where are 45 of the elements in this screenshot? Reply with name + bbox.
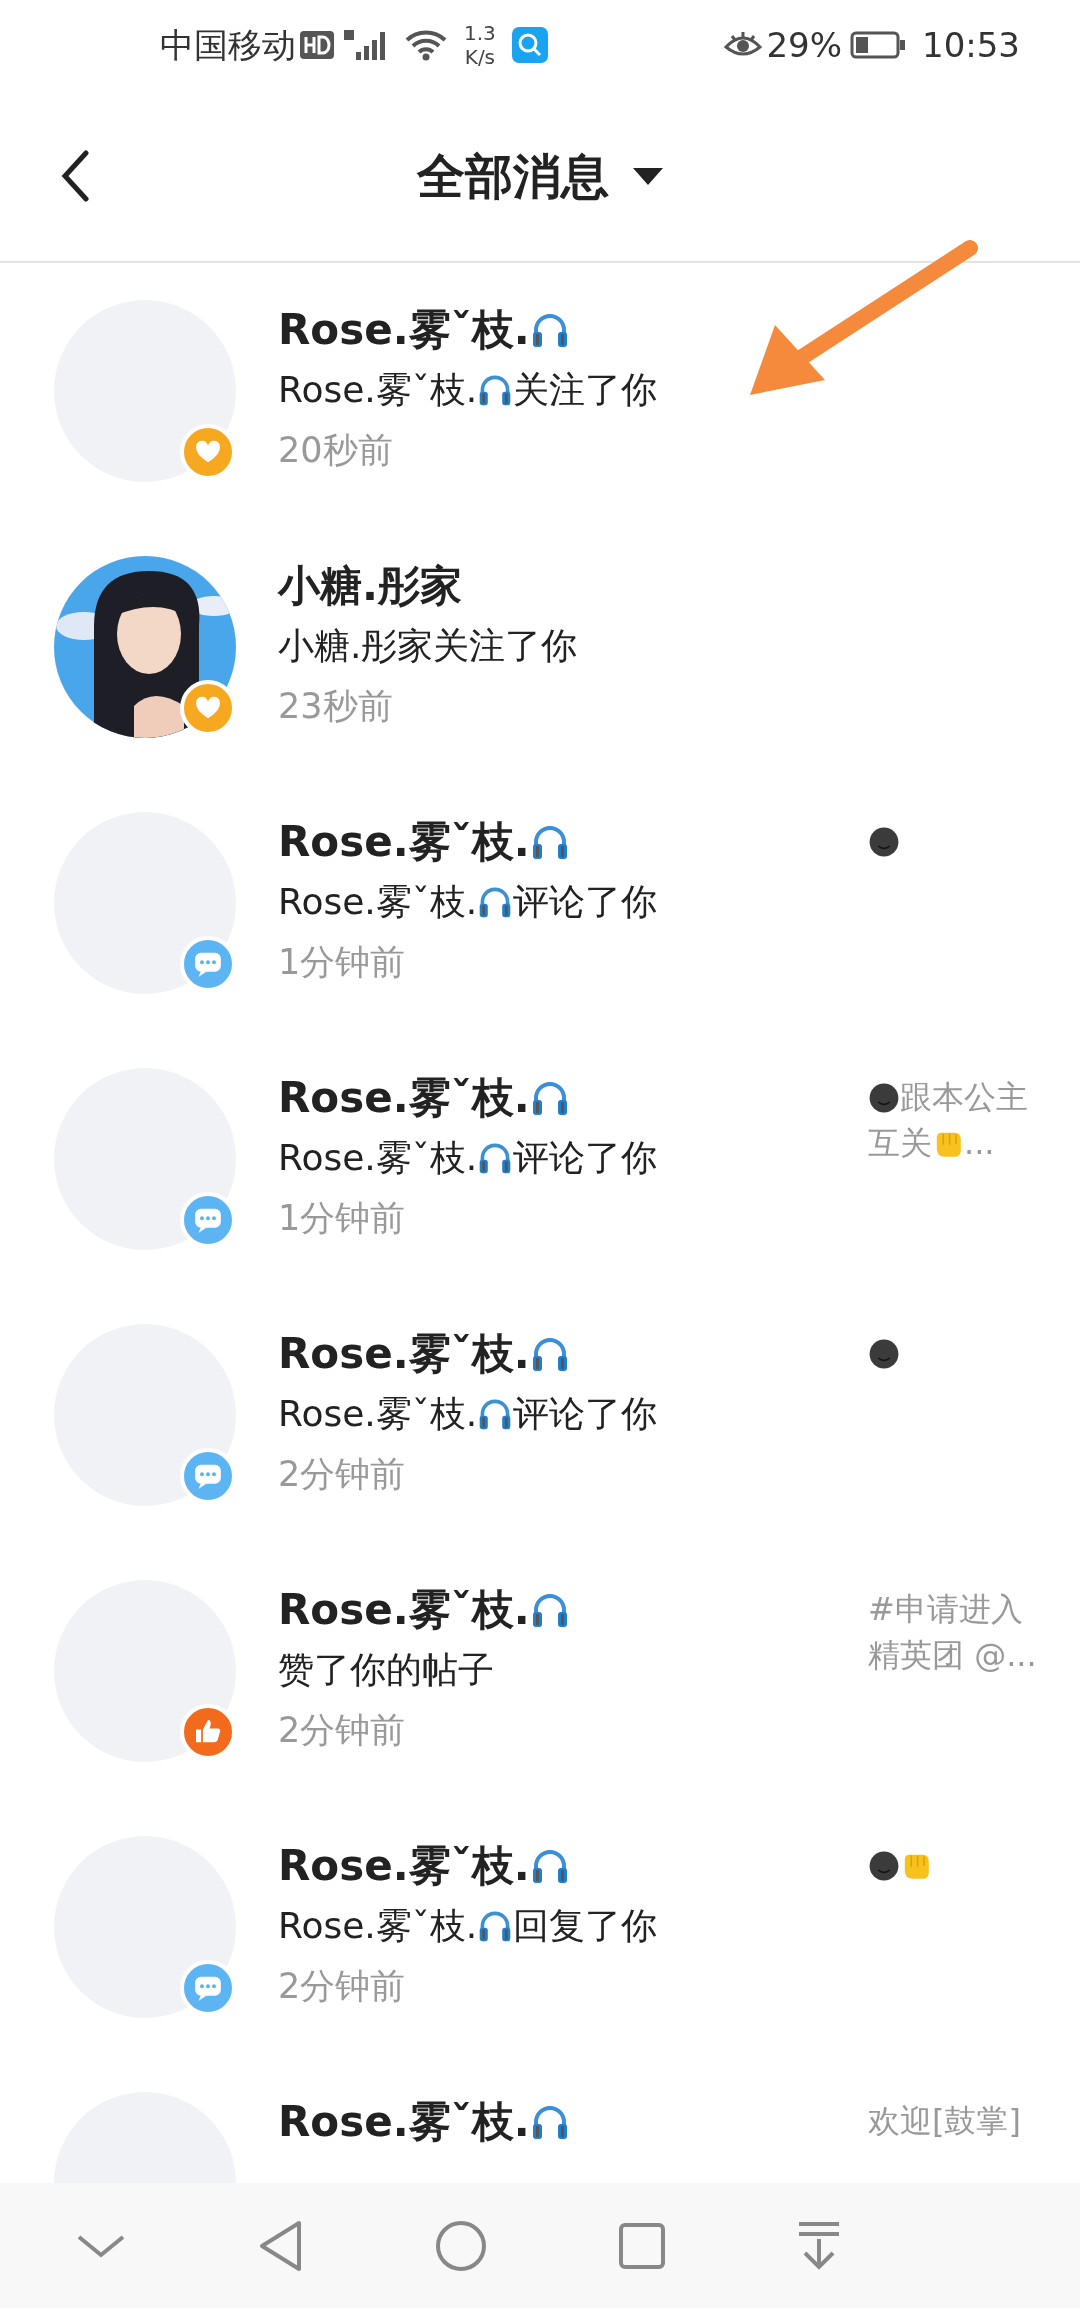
moon-icon: [868, 1850, 900, 1882]
moon-icon: [868, 1338, 900, 1370]
carrier-name: 中国移动: [160, 23, 296, 67]
notification-text: Rose.雾ˇ枝. 评论了你: [278, 880, 658, 924]
user-name[interactable]: Rose.雾ˇ枝.: [278, 1836, 570, 1896]
notification-pull-icon[interactable]: [797, 2220, 841, 2271]
user-name[interactable]: Rose.雾ˇ枝.: [278, 812, 570, 872]
battery-icon: [850, 31, 906, 59]
time-ago: 20秒前: [278, 429, 393, 472]
user-name[interactable]: Rose.雾ˇ枝.: [278, 2092, 570, 2152]
user-name[interactable]: Rose.雾ˇ枝.: [278, 1580, 570, 1640]
notification-text: Rose.雾ˇ枝. 回复了你: [278, 1904, 658, 1948]
time-ago: 2分钟前: [278, 1453, 406, 1496]
time-ago: 1分钟前: [278, 941, 406, 984]
notification-text: Rose.雾ˇ枝. 评论了你: [278, 1136, 658, 1180]
content-preview: 欢迎[鼓掌]: [868, 2101, 1022, 2142]
battery-percent: 29%: [766, 23, 842, 67]
content-preview: #申请进入精英团 @...: [868, 1589, 1038, 1676]
moon-icon: [868, 826, 900, 858]
notification-text: Rose.雾ˇ枝. 关注了你: [278, 368, 658, 412]
user-name[interactable]: 小糖.彤家: [278, 556, 462, 616]
search-icon: [511, 27, 548, 63]
page-title[interactable]: 全部消息: [417, 139, 609, 212]
speed-value: 1.3: [464, 21, 496, 45]
wifi-icon: [404, 28, 448, 62]
notification-text: 小糖.彤家关注了你: [278, 624, 578, 668]
notification-text: Rose.雾ˇ枝. 评论了你: [278, 1392, 658, 1436]
time-ago: 23秒前: [278, 685, 393, 728]
time-ago: 2分钟前: [278, 1965, 406, 2008]
hd-icon: [300, 31, 334, 59]
moon-icon: [868, 1082, 900, 1114]
recents-square-icon[interactable]: [619, 2222, 665, 2269]
home-circle-icon[interactable]: [435, 2219, 487, 2272]
content-preview: 跟本公主互关 ...: [868, 1077, 1029, 1164]
back-icon[interactable]: [60, 150, 90, 202]
user-name[interactable]: Rose.雾ˇ枝.: [278, 1068, 570, 1128]
user-name[interactable]: Rose.雾ˇ枝.: [278, 300, 570, 360]
user-name[interactable]: Rose.雾ˇ枝.: [278, 1324, 570, 1384]
back-triangle-icon[interactable]: [259, 2219, 303, 2272]
dropdown-caret-icon[interactable]: [633, 165, 663, 186]
time-ago: 2分钟前: [278, 1709, 406, 1752]
notification-text: 赞了你的帖子: [278, 1648, 494, 1692]
time-ago: 1分钟前: [278, 1197, 406, 1240]
clock-time: 10:53: [922, 23, 1020, 67]
speed-unit: K/s: [464, 45, 496, 69]
